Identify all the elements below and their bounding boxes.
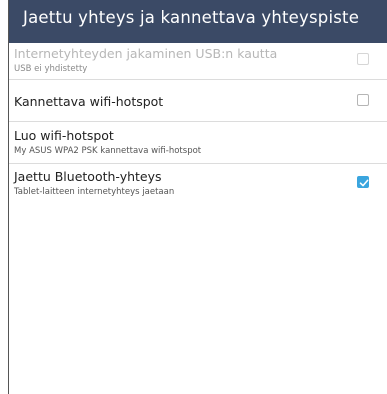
checkmark-icon <box>359 179 369 187</box>
page-title: Jaettu yhteys ja kannettava yhteyspiste <box>23 8 360 27</box>
setting-title: Jaettu Bluetooth-yhteys <box>14 169 162 184</box>
setting-summary: Tablet-laitteen internetyhteys jaetaan <box>14 187 175 197</box>
setting-title: Luo wifi-hotspot <box>14 128 114 143</box>
setting-summary: USB ei yhdistetty <box>14 64 88 74</box>
setting-bluetooth-tethering[interactable]: Jaettu Bluetooth-yhteys Tablet-laitteen … <box>9 164 387 206</box>
bluetooth-tethering-checkbox[interactable] <box>357 176 369 188</box>
title-bar: Jaettu yhteys ja kannettava yhteyspiste <box>9 0 387 43</box>
setting-title: Internetyhteyden jakaminen USB:n kautta <box>14 46 278 61</box>
setting-title: Kannettava wifi-hotspot <box>14 94 164 109</box>
setting-wifi-hotspot[interactable]: Kannettava wifi-hotspot <box>9 80 387 121</box>
usb-tethering-checkbox <box>357 53 369 65</box>
setting-summary: My ASUS WPA2 PSK kannettava wifi-hotspot <box>14 146 202 156</box>
wifi-hotspot-checkbox[interactable] <box>357 94 369 106</box>
setting-setup-wifi-hotspot[interactable]: Luo wifi-hotspot My ASUS WPA2 PSK kannet… <box>9 122 387 163</box>
